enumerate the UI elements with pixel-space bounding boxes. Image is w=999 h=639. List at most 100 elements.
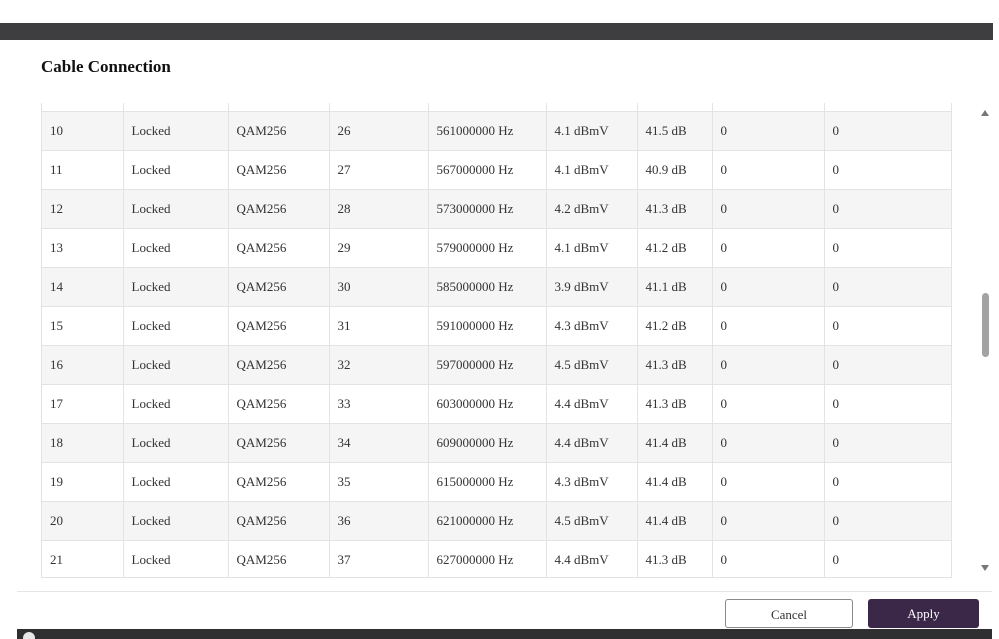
table-cell: Locked: [123, 501, 229, 541]
table-cell: 0: [824, 423, 951, 463]
table-cell: 41.2 dB: [637, 306, 713, 346]
table-cell: 4.4 dBmV: [546, 384, 638, 424]
channel-table-container[interactable]: 10 Locked QAM256 26 561000000 Hz 4.1 dBmV 41.5…: [41, 103, 952, 578]
table-row: 14 Locked QAM256 30 585000000 Hz 3.9 dBmV 41.1…: [42, 267, 951, 307]
table-row-partial: [42, 103, 951, 112]
table-row: 11 Locked QAM256 27 567000000 Hz 4.1 dBmV 40.9…: [42, 150, 951, 190]
table-cell: 19: [42, 462, 124, 502]
table-cell: 591000000 Hz: [428, 306, 547, 346]
table-cell: 0: [712, 462, 825, 502]
table-cell: 0: [712, 111, 825, 151]
table-cell: 0: [824, 111, 951, 151]
table-cell: 28: [329, 189, 429, 229]
table-cell: 609000000 Hz: [428, 423, 547, 463]
table-cell: 0: [824, 384, 951, 424]
table-cell: 0: [824, 540, 951, 577]
table-cell: 41.4 dB: [637, 501, 713, 541]
scrollbar-thumb[interactable]: [982, 293, 989, 357]
table-cell: Locked: [123, 423, 229, 463]
table-cell: 15: [42, 306, 124, 346]
table-cell: 13: [42, 228, 124, 268]
table-cell: 33: [329, 384, 429, 424]
table-cell: 34: [329, 423, 429, 463]
table-row: 16 Locked QAM256 32 597000000 Hz 4.5 dBmV 41.3…: [42, 345, 951, 385]
table-cell: QAM256: [228, 501, 330, 541]
table-cell: 41.3 dB: [637, 384, 713, 424]
scroll-down-arrow-icon[interactable]: [981, 565, 989, 571]
table-cell: 0: [824, 306, 951, 346]
table-cell: 4.1 dBmV: [546, 228, 638, 268]
table-cell: 0: [712, 150, 825, 190]
table-cell: 41.2 dB: [637, 228, 713, 268]
table-cell: 3.9 dBmV: [546, 267, 638, 307]
table-cell: QAM256: [228, 384, 330, 424]
table-cell: 567000000 Hz: [428, 150, 547, 190]
table-cell: 41.5 dB: [637, 111, 713, 151]
table-cell: 0: [712, 384, 825, 424]
table-cell: 11: [42, 150, 124, 190]
table-cell: 0: [712, 267, 825, 307]
table-cell: 0: [712, 306, 825, 346]
table-cell: Locked: [123, 150, 229, 190]
table-cell: 4.4 dBmV: [546, 423, 638, 463]
table-cell: Locked: [123, 540, 229, 577]
table-cell: Locked: [123, 111, 229, 151]
table-cell: 0: [824, 345, 951, 385]
table-cell: QAM256: [228, 540, 330, 577]
table-cell: 0: [712, 189, 825, 229]
table-cell: QAM256: [228, 150, 330, 190]
table-cell: 0: [824, 189, 951, 229]
table-cell: QAM256: [228, 423, 330, 463]
table-cell: QAM256: [228, 462, 330, 502]
table-cell: 0: [712, 423, 825, 463]
table-cell: Locked: [123, 306, 229, 346]
downstream-channel-table: 10 Locked QAM256 26 561000000 Hz 4.1 dBmV 41.5…: [42, 103, 951, 577]
table-cell: 4.2 dBmV: [546, 189, 638, 229]
table-cell: QAM256: [228, 267, 330, 307]
cancel-button[interactable]: Cancel: [725, 599, 853, 628]
table-cell: Locked: [123, 267, 229, 307]
top-bar: [0, 23, 993, 40]
table-cell: 621000000 Hz: [428, 501, 547, 541]
table-cell: 4.3 dBmV: [546, 462, 638, 502]
help-circle-icon[interactable]: [23, 632, 35, 639]
scroll-up-arrow-icon[interactable]: [981, 110, 989, 116]
table-cell: 41.4 dB: [637, 462, 713, 502]
table-cell: 17: [42, 384, 124, 424]
table-row: 13 Locked QAM256 29 579000000 Hz 4.1 dBmV 41.2…: [42, 228, 951, 268]
table-row: 12 Locked QAM256 28 573000000 Hz 4.2 dBmV 41.3…: [42, 189, 951, 229]
table-cell: 627000000 Hz: [428, 540, 547, 577]
table-cell: 12: [42, 189, 124, 229]
table-cell: 16: [42, 345, 124, 385]
table-cell: 10: [42, 111, 124, 151]
table-row: 19 Locked QAM256 35 615000000 Hz 4.3 dBmV 41.4…: [42, 462, 951, 502]
table-cell: 26: [329, 111, 429, 151]
table-cell: Locked: [123, 189, 229, 229]
table-cell: Locked: [123, 345, 229, 385]
table-cell: 32: [329, 345, 429, 385]
table-cell: 0: [712, 501, 825, 541]
table-cell: 561000000 Hz: [428, 111, 547, 151]
table-cell: 29: [329, 228, 429, 268]
table-cell: 4.4 dBmV: [546, 540, 638, 577]
table-cell: 0: [712, 228, 825, 268]
table-cell: 41.3 dB: [637, 345, 713, 385]
apply-button[interactable]: Apply: [868, 599, 979, 628]
modal-title: Cable Connection: [41, 57, 171, 76]
table-row: 20 Locked QAM256 36 621000000 Hz 4.5 dBmV 41.4…: [42, 501, 951, 541]
table-cell: 0: [824, 150, 951, 190]
table-cell: 597000000 Hz: [428, 345, 547, 385]
table-cell: 0: [712, 345, 825, 385]
table-cell: 41.1 dB: [637, 267, 713, 307]
table-cell: QAM256: [228, 306, 330, 346]
table-cell: 4.3 dBmV: [546, 306, 638, 346]
table-cell: 18: [42, 423, 124, 463]
table-cell: 35: [329, 462, 429, 502]
table-row: 17 Locked QAM256 33 603000000 Hz 4.4 dBmV 41.3…: [42, 384, 951, 424]
table-cell: 40.9 dB: [637, 150, 713, 190]
table-cell: QAM256: [228, 189, 330, 229]
table-cell: 36: [329, 501, 429, 541]
table-cell: 37: [329, 540, 429, 577]
table-cell: 615000000 Hz: [428, 462, 547, 502]
table-cell: 0: [824, 501, 951, 541]
